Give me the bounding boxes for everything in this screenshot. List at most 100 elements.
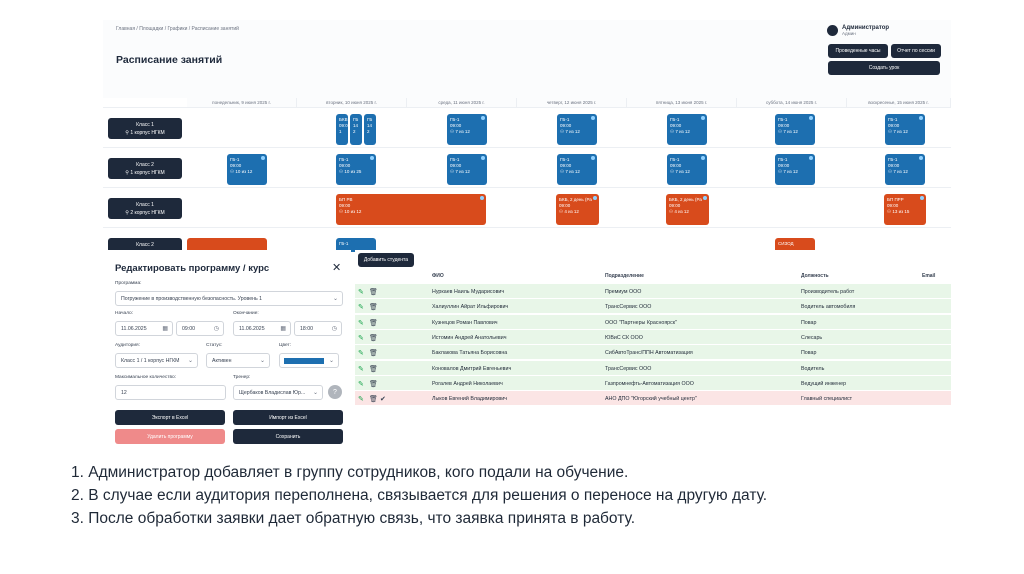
room-location: 1 корпус НГКМ: [130, 130, 165, 136]
caption-line: 3. После обработки заявки дает обратную …: [71, 510, 635, 527]
event-card[interactable]: ГБ-1 09:00 ⚇ 7 из 12: [667, 114, 707, 145]
max-count-input[interactable]: 12: [115, 385, 226, 400]
event-card[interactable]: ГБ-1 09:00 ⚇ 7 из 12: [775, 154, 815, 185]
event-card[interactable]: БП ПРР 09:00 ⚇ 13 из 15: [884, 194, 926, 225]
pencil-icon[interactable]: ✎: [358, 289, 364, 297]
worked-hours-button[interactable]: Проведенные часы: [828, 44, 888, 58]
table-row[interactable]: ✎ 🗑 Халиуллин Айрат Ильфирович ТрансСервис …: [355, 299, 951, 315]
clock-icon[interactable]: ◷: [332, 325, 337, 332]
trash-icon[interactable]: 🗑: [369, 289, 378, 297]
pencil-icon[interactable]: ✎: [358, 381, 364, 389]
event-card[interactable]: БКБ, 2 день (Ра 09:00 ⚇ 4 из 12: [666, 194, 709, 225]
event-card[interactable]: ГБ 14 2: [350, 114, 362, 145]
people-icon: ⚇: [230, 169, 235, 174]
import-excel-button[interactable]: Импорт из Excel: [233, 410, 343, 425]
help-icon[interactable]: ?: [328, 385, 342, 399]
status-dot: [701, 156, 705, 160]
auditorium-select[interactable]: Класс 1 / 1 корпус НГКМ ⌄: [115, 353, 198, 368]
room-card[interactable]: Класс 1 ⚲ 2 корпус НГКМ: [108, 198, 182, 219]
trainer-label: Тренер:: [233, 375, 251, 380]
event-card[interactable]: БКБ, 2 день (Ра 09:00 ⚇ 4 из 12: [556, 194, 599, 225]
table-row[interactable]: ✎ 🗑 Нуркаев Наиль Мударисович Премиум ООО Пр…: [355, 284, 951, 299]
pencil-icon[interactable]: ✎: [358, 335, 364, 343]
table-row[interactable]: ✎ 🗑 Баклакова Татьяна Борисовна СибАвтоТран…: [355, 345, 951, 361]
pencil-icon[interactable]: ✎: [358, 320, 364, 328]
trash-icon[interactable]: 🗑: [369, 320, 378, 328]
trash-icon[interactable]: 🗑: [369, 366, 378, 374]
student-position: Слесарь: [801, 334, 823, 341]
trash-icon[interactable]: 🗑: [369, 350, 378, 358]
end-time-field[interactable]: 18:00 ◷: [294, 321, 342, 336]
table-row[interactable]: ✎ 🗑 Истомин Андрей Анатольевич ЮВиС СК ООО С…: [355, 329, 951, 345]
session-report-button[interactable]: Отчет по сессии: [891, 44, 941, 58]
event-card[interactable]: ГБ-1 09:00 ⚇ 7 из 12: [447, 154, 487, 185]
event-card[interactable]: БП РВ 09:00 ⚇ 10 из 12: [336, 194, 486, 225]
pencil-icon[interactable]: ✎: [358, 396, 364, 404]
schedule-row: Класс 1 ⚲ 2 корпус НГКМ БП РВ 09:00 ⚇ 10 из…: [103, 187, 951, 227]
event-card[interactable]: ГБ 14 2: [364, 114, 376, 145]
event-card[interactable]: ГБ-1 09:00 ⚇ 7 из 12: [885, 154, 925, 185]
close-icon[interactable]: ✕: [332, 261, 341, 274]
event-time: 09:00: [887, 203, 899, 208]
event-card[interactable]: ГБ-1 09:00 ⚇ 7 из 12: [885, 114, 925, 145]
color-select[interactable]: ⌄: [279, 353, 339, 368]
table-row[interactable]: ✎ 🗑 ✔ Лыков Евгений Владимирович АНО ДПО "Юг…: [355, 391, 951, 407]
event-time: 09:00: [778, 123, 790, 128]
end-time-value: 18:00: [300, 325, 313, 332]
page-title: Расписание занятий: [116, 54, 223, 66]
pencil-icon[interactable]: ✎: [358, 304, 364, 312]
event-card[interactable]: ГБ-1 09:00 ⚇ 10 из 12: [227, 154, 267, 185]
room-name: Класс 1: [136, 122, 154, 128]
event-card[interactable]: БКВ 09:00 1: [336, 114, 350, 145]
start-date-field[interactable]: 11.06.2025 ▦: [115, 321, 173, 336]
event-time: 09:00: [669, 203, 681, 208]
event-time: 09:00: [560, 123, 572, 128]
pencil-icon[interactable]: ✎: [358, 366, 364, 374]
student-department: ООО "Партнеры Красноярск": [605, 319, 677, 326]
room-location: 2 корпус НГКМ: [130, 210, 165, 216]
table-row[interactable]: ✎ 🗑 Коновалов Дмитрий Евгеньевич ТрансСерви…: [355, 360, 951, 376]
delete-program-button[interactable]: Удалить программу: [115, 429, 225, 444]
trash-icon[interactable]: 🗑: [369, 335, 378, 343]
trainer-select[interactable]: Щербаков Владислав Юр... ⌄: [233, 385, 323, 400]
start-time-field[interactable]: 09:00 ◷: [176, 321, 224, 336]
start-label: Начало:: [115, 311, 134, 316]
event-card[interactable]: ГБ-1 09:00 ⚇ 10 из 25: [336, 154, 376, 185]
trash-icon[interactable]: 🗑: [369, 304, 378, 312]
event-title: ГБ-1: [450, 157, 460, 162]
event-count: 2: [367, 129, 370, 134]
end-date-field[interactable]: 11.06.2025 ▦: [233, 321, 291, 336]
event-card[interactable]: ГБ-1 09:00 ⚇ 7 из 12: [775, 114, 815, 145]
students-table-screenshot: Добавить студента ФИО Подразделение Долж…: [355, 250, 951, 410]
clock-icon[interactable]: ◷: [214, 325, 219, 332]
add-student-button[interactable]: Добавить студента: [358, 253, 414, 267]
calendar-icon[interactable]: ▦: [280, 325, 286, 332]
event-card[interactable]: ГБ-1 09:00 ⚇ 7 из 12: [557, 154, 597, 185]
people-icon: ⚇: [669, 209, 674, 214]
calendar-icon[interactable]: ▦: [162, 325, 168, 332]
program-select[interactable]: Погружение в производственную безопаснос…: [115, 291, 343, 306]
student-position: Водитель автомобиля: [801, 304, 856, 311]
event-card[interactable]: ГБ-1 09:00 ⚇ 7 из 12: [557, 114, 597, 145]
event-count: 7 из 12: [455, 129, 470, 134]
table-row[interactable]: ✎ 🗑 Кузнецов Роман Павлович ООО "Партнеры К…: [355, 314, 951, 330]
pencil-icon[interactable]: ✎: [358, 350, 364, 358]
student-name: Рогалев Андрей Николаевич: [432, 380, 503, 387]
status-dot: [809, 116, 813, 120]
table-row[interactable]: ✎ 🗑 Рогалев Андрей Николаевич Газпромнефть-…: [355, 375, 951, 391]
trash-icon[interactable]: 🗑: [369, 396, 378, 404]
save-button[interactable]: Сохранить: [233, 429, 343, 444]
status-select[interactable]: Активен ⌄: [206, 353, 270, 368]
room-card[interactable]: Класс 1 ⚲ 1 корпус НГКМ: [108, 118, 182, 139]
event-card[interactable]: ГБ-1 09:00 ⚇ 7 из 12: [447, 114, 487, 145]
trash-icon[interactable]: 🗑: [369, 381, 378, 389]
create-lesson-button[interactable]: Создать урок: [828, 61, 940, 75]
start-time-value: 09:00: [182, 325, 195, 332]
event-card[interactable]: ГБ-1 09:00 ⚇ 7 из 12: [667, 154, 707, 185]
event-title: ГБ-1: [778, 157, 788, 162]
room-card[interactable]: Класс 2 ⚲ 1 корпус НГКМ: [108, 158, 182, 179]
end-date-value: 11.06.2025: [239, 325, 265, 332]
check-icon[interactable]: ✔: [380, 396, 386, 404]
export-excel-button[interactable]: Экспорт в Excel: [115, 410, 225, 425]
user-menu[interactable]: Администратор Админ: [827, 25, 889, 36]
